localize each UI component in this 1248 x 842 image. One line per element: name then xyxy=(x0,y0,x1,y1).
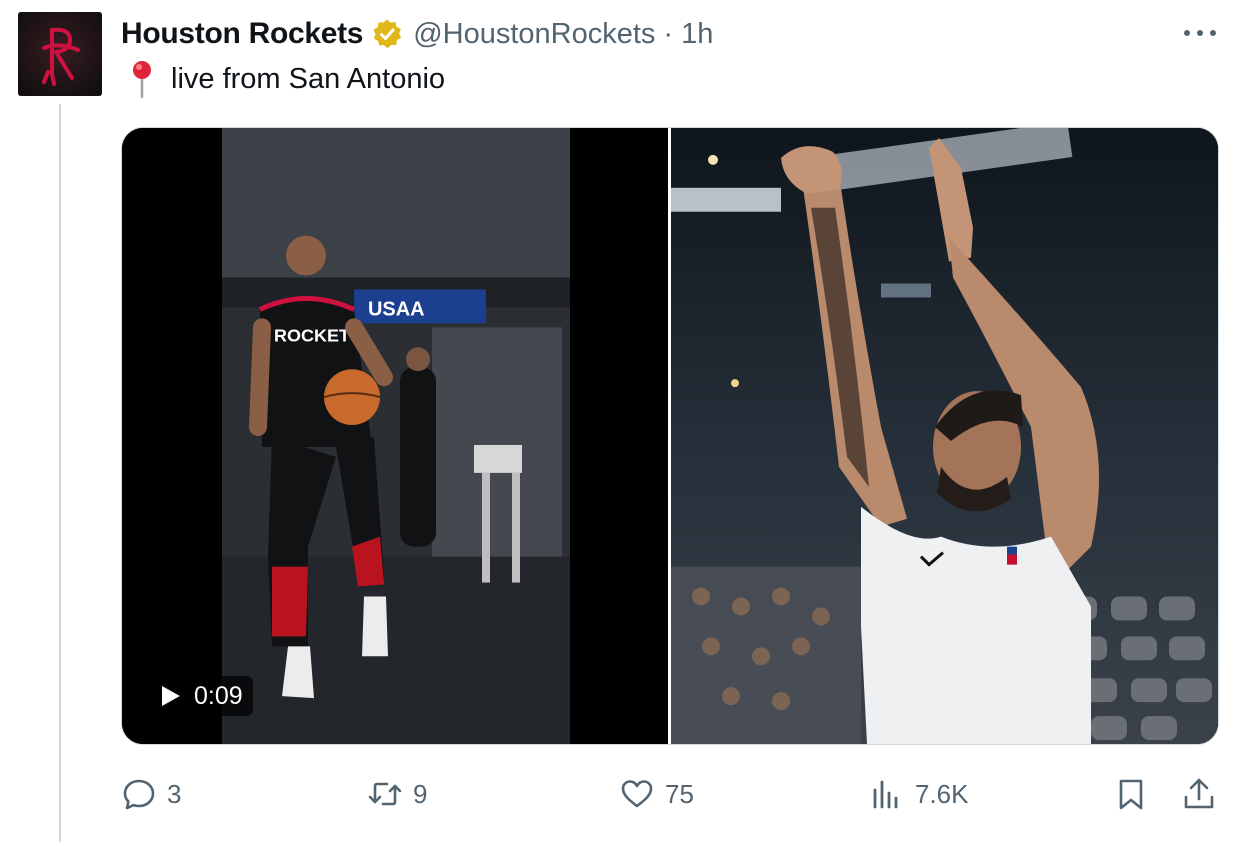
video-thumbnail[interactable]: USAA ROCKETS 0:09 xyxy=(122,128,668,744)
author-handle[interactable]: @HoustonRockets xyxy=(413,18,655,51)
usaa-sign: USAA xyxy=(368,298,425,320)
retweet-button[interactable]: 9 xyxy=(367,772,427,816)
bookmark-button[interactable] xyxy=(1113,772,1149,816)
separator-dot: · xyxy=(663,17,674,50)
photo-frame xyxy=(671,128,1218,744)
reply-count: 3 xyxy=(167,778,182,809)
tweet-header: Houston Rockets @HoustonRockets · 1h xyxy=(121,14,713,54)
share-button[interactable] xyxy=(1181,772,1217,816)
views-button[interactable]: 7.6K xyxy=(869,772,969,816)
author-name[interactable]: Houston Rockets xyxy=(121,17,364,51)
round-pushpin-icon xyxy=(133,61,151,99)
tweet-text: live from San Antonio xyxy=(129,58,445,100)
like-button[interactable]: 75 xyxy=(619,772,694,816)
view-count: 7.6K xyxy=(915,778,969,809)
more-dot xyxy=(1210,30,1216,36)
media-grid: USAA ROCKETS 0:09 xyxy=(121,127,1219,745)
reply-icon xyxy=(123,779,155,810)
video-frame: USAA ROCKETS xyxy=(122,128,668,744)
views-chart-icon xyxy=(873,780,898,809)
retweet-count: 9 xyxy=(413,778,428,809)
avatar[interactable] xyxy=(18,12,102,96)
retweet-icon xyxy=(368,782,402,806)
reply-button[interactable]: 3 xyxy=(121,772,181,816)
more-dot xyxy=(1184,30,1190,36)
more-options-icon[interactable] xyxy=(1180,18,1220,48)
video-duration-badge: 0:09 xyxy=(150,676,253,716)
more-dot xyxy=(1197,30,1203,36)
action-bar: 3 9 75 7.6K xyxy=(121,772,1219,816)
rockets-logo-icon xyxy=(18,12,102,96)
tweet-body: live from San Antonio xyxy=(171,62,446,95)
photo-thumbnail[interactable] xyxy=(671,128,1218,744)
like-count: 75 xyxy=(665,778,694,809)
video-duration: 0:09 xyxy=(194,681,243,710)
timestamp[interactable]: 1h xyxy=(681,18,713,51)
thread-line xyxy=(59,104,61,842)
share-icon xyxy=(1184,778,1214,809)
bookmark-icon xyxy=(1119,779,1143,810)
verified-badge-icon xyxy=(373,19,402,49)
heart-icon xyxy=(621,780,653,808)
play-icon[interactable] xyxy=(162,686,180,706)
